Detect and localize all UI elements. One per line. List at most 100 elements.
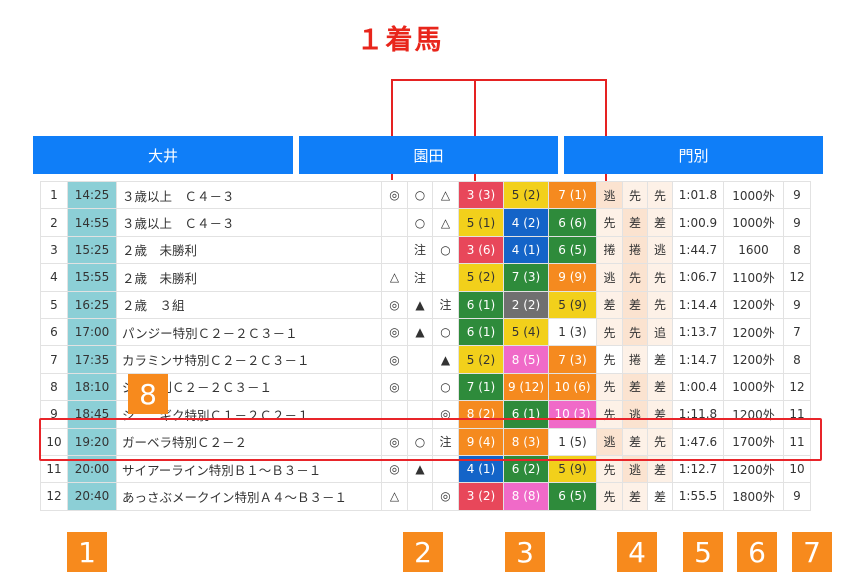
field-size: 9 xyxy=(783,208,811,237)
running-style-2: 差 xyxy=(622,290,648,319)
mark-2: ○ xyxy=(407,208,433,237)
badge-3: 3 xyxy=(505,532,545,572)
result-2: 2 (2) xyxy=(503,290,549,319)
result-1: 5 (2) xyxy=(458,345,504,374)
result-3: 7 (1) xyxy=(548,180,597,210)
post-time[interactable]: 17:35 xyxy=(67,345,117,374)
mark-3: △ xyxy=(432,208,459,237)
post-time[interactable]: 18:10 xyxy=(67,372,117,402)
race-number: 8 xyxy=(40,372,68,402)
mark-3: ▲ xyxy=(432,345,459,374)
mark-3: ○ xyxy=(432,317,459,347)
running-style-2: 先 xyxy=(622,263,648,292)
badge-2: 2 xyxy=(403,532,443,572)
table-row[interactable]: 1 14:25 ３歳以上 Ｃ４－３ ◎ ○ △ 3 (3) 5 (2) 7 (1) 逃先先 1:01… xyxy=(40,180,811,210)
running-style-2: 先 xyxy=(622,317,648,347)
running-style-3: 先 xyxy=(647,180,673,210)
tab-monbetsu[interactable]: 門別 xyxy=(564,136,823,174)
table-row[interactable]: 12 20:40 あっさぶメークイン特別Ａ４～Ｂ３－１ △ ◎ 3 (2) 8 (8) 6 (… xyxy=(40,482,811,511)
race-name[interactable]: ２歳 未勝利 xyxy=(116,263,382,292)
running-style-3: 差 xyxy=(647,482,673,511)
race-time: 1:44.7 xyxy=(672,235,724,265)
race-number: 1 xyxy=(40,180,68,210)
running-style-3: 差 xyxy=(647,345,673,374)
result-1: 3 (2) xyxy=(458,482,504,511)
result-3: 1 (3) xyxy=(548,317,597,347)
distance: 1100外 xyxy=(723,263,784,292)
distance: 1600 xyxy=(723,235,784,265)
table-row[interactable]: 4 15:55 ２歳 未勝利 △ 注 5 (2) 7 (3) 9 (9) 逃先先 1:06.7 11… xyxy=(40,263,811,292)
mark-1: ◎ xyxy=(381,345,408,374)
running-style-1: 先 xyxy=(596,317,623,347)
running-style-1: 先 xyxy=(596,482,623,511)
mark-1: ◎ xyxy=(381,290,408,319)
race-number: 6 xyxy=(40,317,68,347)
race-table: 1 14:25 ３歳以上 Ｃ４－３ ◎ ○ △ 3 (3) 5 (2) 7 (1) 逃先先 1:01… xyxy=(40,180,811,511)
result-1: 3 (6) xyxy=(458,235,504,265)
mark-2: ○ xyxy=(407,180,433,210)
table-row[interactable]: 7 17:35 カラミンサ特別Ｃ２－２Ｃ３－１ ◎ ▲ 5 (2) 8 (5) 7 (3) 先捲… xyxy=(40,345,811,374)
running-style-3: 先 xyxy=(647,290,673,319)
result-3: 10 (6) xyxy=(548,372,597,402)
field-size: 7 xyxy=(783,317,811,347)
tab-ooi[interactable]: 大井 xyxy=(33,136,293,174)
result-3: 6 (5) xyxy=(548,482,597,511)
post-time[interactable]: 17:00 xyxy=(67,317,117,347)
race-name[interactable]: パンジー特別Ｃ２－２Ｃ３－１ xyxy=(116,317,382,347)
badge-4: 4 xyxy=(617,532,657,572)
race-name[interactable]: ２歳 ３組 xyxy=(116,290,382,319)
race-time: 1:13.7 xyxy=(672,317,724,347)
post-time[interactable]: 15:25 xyxy=(67,235,117,265)
post-time[interactable]: 14:55 xyxy=(67,208,117,237)
post-time[interactable]: 15:55 xyxy=(67,263,117,292)
race-name[interactable]: ２歳 未勝利 xyxy=(116,235,382,265)
table-row[interactable]: 5 16:25 ２歳 ３組 ◎ ▲ 注 6 (1) 2 (2) 5 (9) 差差先 1:14.4 12… xyxy=(40,290,811,319)
table-row[interactable]: 6 17:00 パンジー特別Ｃ２－２Ｃ３－１ ◎ ▲ ○ 6 (1) 5 (4) 1 (3) 先先… xyxy=(40,317,811,347)
badge-8: 8 xyxy=(128,374,168,414)
post-time[interactable]: 20:40 xyxy=(67,482,117,511)
result-1: 6 (1) xyxy=(458,317,504,347)
field-size: 9 xyxy=(783,482,811,511)
result-2: 5 (4) xyxy=(503,317,549,347)
field-size: 12 xyxy=(783,372,811,402)
race-name[interactable]: カラミンサ特別Ｃ２－２Ｃ３－１ xyxy=(116,345,382,374)
race-time: 1:14.4 xyxy=(672,290,724,319)
race-name[interactable]: ３歳以上 Ｃ４－３ xyxy=(116,208,382,237)
race-number: 4 xyxy=(40,263,68,292)
mark-1: △ xyxy=(381,482,408,511)
race-time: 1:00.4 xyxy=(672,372,724,402)
mark-2: ▲ xyxy=(407,317,433,347)
field-size: 8 xyxy=(783,345,811,374)
mark-1 xyxy=(381,208,408,237)
race-time: 1:01.8 xyxy=(672,180,724,210)
highlight-row-box xyxy=(39,418,822,461)
distance: 1000外 xyxy=(723,372,784,402)
race-number: 5 xyxy=(40,290,68,319)
result-3: 5 (9) xyxy=(548,290,597,319)
running-style-2: 先 xyxy=(622,180,648,210)
mark-3: ○ xyxy=(432,235,459,265)
race-name[interactable]: あっさぶメークイン特別Ａ４～Ｂ３－１ xyxy=(116,482,382,511)
result-3: 6 (6) xyxy=(548,208,597,237)
result-2: 8 (8) xyxy=(503,482,549,511)
mark-3: ◎ xyxy=(432,482,459,511)
table-row[interactable]: 2 14:55 ３歳以上 Ｃ４－３ ○ △ 5 (1) 4 (2) 6 (6) 先差差 1:00.… xyxy=(40,208,811,237)
race-name[interactable]: ３歳以上 Ｃ４－３ xyxy=(116,180,382,210)
race-time: 1:06.7 xyxy=(672,263,724,292)
result-2: 4 (2) xyxy=(503,208,549,237)
mark-3 xyxy=(432,263,459,292)
post-time[interactable]: 14:25 xyxy=(67,180,117,210)
result-1: 7 (1) xyxy=(458,372,504,402)
running-style-3: 差 xyxy=(647,372,673,402)
running-style-2: 差 xyxy=(622,482,648,511)
running-style-3: 追 xyxy=(647,317,673,347)
tab-sonoda[interactable]: 園田 xyxy=(299,136,558,174)
mark-1: ◎ xyxy=(381,372,408,402)
result-2: 7 (3) xyxy=(503,263,549,292)
result-3: 6 (5) xyxy=(548,235,597,265)
running-style-1: 先 xyxy=(596,372,623,402)
table-row[interactable]: 3 15:25 ２歳 未勝利注 ○ 3 (6) 4 (1) 6 (5) 捲捲逃 1:44.7 16… xyxy=(40,235,811,265)
running-style-1: 先 xyxy=(596,208,623,237)
post-time[interactable]: 16:25 xyxy=(67,290,117,319)
result-1: 5 (1) xyxy=(458,208,504,237)
